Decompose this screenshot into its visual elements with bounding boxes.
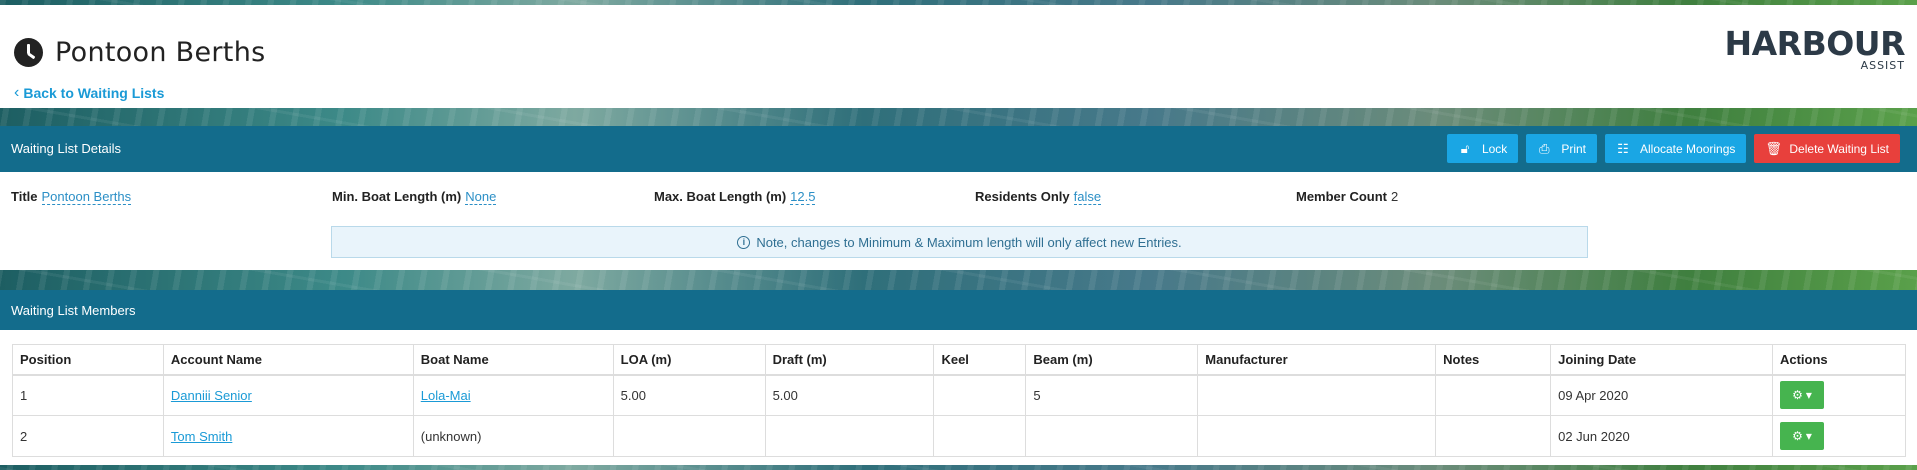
cell-boat: Lola-Mai (412, 374, 614, 416)
member-count-field: Member Count 2 (1296, 189, 1398, 204)
column-header[interactable]: Boat Name (412, 344, 614, 376)
row-actions-dropdown-button[interactable]: ⚙ ▾ (1779, 381, 1824, 410)
cell-beam (1025, 415, 1199, 457)
column-header[interactable]: Draft (m) (764, 344, 935, 376)
lock-icon: 🔓︎ (1460, 140, 1470, 156)
length-change-note: i Note, changes to Minimum & Maximum len… (331, 226, 1588, 258)
delete-waiting-list-button[interactable]: 🗑︎ Delete Waiting List (1754, 134, 1900, 163)
cell-draft: 5.00 (764, 374, 935, 416)
table-row: 1 Danniii Senior Lola-Mai 5.00 5.00 5 09… (12, 374, 1907, 416)
cell-keel (933, 374, 1027, 416)
residents-only-label: Residents Only (975, 189, 1070, 204)
allocate-button-label: Allocate Moorings (1640, 141, 1736, 156)
cell-actions: ⚙ ▾ (1771, 415, 1907, 457)
cell-position: 1 (12, 374, 164, 416)
column-header[interactable]: LOA (m) (612, 344, 766, 376)
ladder-icon: ☷ (1617, 140, 1629, 156)
members-panel-header: Waiting List Members (0, 290, 1917, 330)
residents-only-field: Residents Only false (975, 189, 1102, 205)
chevron-left-icon: ‹ (14, 84, 20, 101)
details-panel-header: Waiting List Details 🔓︎ Lock ⎙ Print ☷ A… (0, 126, 1917, 172)
title-field: Title Pontoon Berths (11, 189, 132, 205)
title-label: Title (11, 189, 38, 204)
back-link-label: Back to Waiting Lists (23, 85, 165, 101)
details-panel-body: Title Pontoon Berths Min. Boat Length (m)… (0, 172, 1917, 270)
cell-keel (933, 415, 1027, 457)
delete-button-label: Delete Waiting List (1789, 141, 1889, 156)
print-button[interactable]: ⎙ Print (1526, 134, 1597, 163)
members-table: Position Account Name Boat Name LOA (m) … (12, 344, 1907, 457)
members-panel-body: Position Account Name Boat Name LOA (m) … (0, 330, 1917, 465)
member-count-label: Member Count (1296, 189, 1387, 204)
column-header[interactable]: Manufacturer (1197, 344, 1437, 376)
page-title-text: Pontoon Berths (55, 37, 266, 68)
table-row: 2 Tom Smith (unknown) 02 Jun 2020 ⚙ ▾ (12, 415, 1907, 457)
row-actions-dropdown-button[interactable]: ⚙ ▾ (1779, 422, 1824, 450)
column-header[interactable]: Account Name (162, 344, 414, 376)
print-button-label: Print (1561, 141, 1586, 156)
cell-position: 2 (12, 415, 164, 457)
column-header[interactable]: Beam (m) (1025, 344, 1199, 376)
note-text: Note, changes to Minimum & Maximum lengt… (756, 234, 1182, 250)
account-link[interactable]: Tom Smith (171, 429, 232, 444)
caret-down-icon: ▾ (1805, 388, 1812, 403)
column-header[interactable]: Position (12, 344, 164, 376)
cell-notes (1435, 415, 1552, 457)
cell-notes (1435, 374, 1552, 416)
member-count-value: 2 (1391, 189, 1399, 204)
cell-draft (764, 415, 935, 457)
back-to-waiting-lists-link[interactable]: ‹ Back to Waiting Lists (14, 84, 164, 102)
cell-joining-date: 02 Jun 2020 (1550, 415, 1773, 457)
page-title: Pontoon Berths (14, 37, 265, 68)
max-length-field: Max. Boat Length (m) 12.5 (654, 189, 816, 205)
cell-manufacturer (1197, 374, 1437, 416)
cell-loa: 5.00 (612, 374, 766, 416)
cell-actions: ⚙ ▾ (1771, 374, 1907, 416)
lock-button[interactable]: 🔓︎ Lock (1446, 134, 1519, 163)
caret-down-icon: ▾ (1805, 429, 1812, 443)
logo-word: HARBOUR (1724, 24, 1906, 63)
allocate-moorings-button[interactable]: ☷ Allocate Moorings (1605, 134, 1747, 163)
min-length-value-editable[interactable]: None (465, 189, 497, 205)
info-icon: i (737, 235, 751, 249)
column-header[interactable]: Notes (1435, 344, 1552, 376)
harbour-assist-logo: HARBOUR ASSIST (1724, 24, 1906, 73)
lock-button-label: Lock (1481, 141, 1508, 156)
max-length-label: Max. Boat Length (m) (654, 189, 787, 204)
trash-icon: 🗑︎ (1765, 140, 1782, 156)
max-length-value-editable[interactable]: 12.5 (790, 189, 816, 205)
details-toolbar: 🔓︎ Lock ⎙ Print ☷ Allocate Moorings 🗑︎ D… (1446, 134, 1900, 163)
details-panel-title: Waiting List Details (11, 141, 122, 156)
cell-joining-date: 09 Apr 2020 (1550, 374, 1773, 416)
min-length-label: Min. Boat Length (m) (332, 189, 462, 204)
clock-icon (14, 38, 43, 67)
table-header-row: Position Account Name Boat Name LOA (m) … (12, 344, 1907, 376)
column-header[interactable]: Joining Date (1550, 344, 1773, 376)
printer-icon: ⎙ (1539, 140, 1550, 156)
column-header: Actions (1771, 344, 1907, 376)
members-panel-title: Waiting List Members (11, 303, 136, 318)
cell-account: Tom Smith (162, 415, 414, 457)
min-length-field: Min. Boat Length (m) None (332, 189, 497, 205)
residents-only-value-editable[interactable]: false (1073, 189, 1102, 205)
gear-icon: ⚙ (1792, 429, 1803, 443)
account-link[interactable]: Danniii Senior (171, 388, 252, 403)
page-header: Pontoon Berths ‹ Back to Waiting Lists H… (0, 5, 1917, 108)
column-header[interactable]: Keel (933, 344, 1027, 376)
cell-manufacturer (1197, 415, 1437, 457)
cell-beam: 5 (1025, 374, 1199, 416)
cell-boat: (unknown) (412, 415, 614, 457)
cell-account: Danniii Senior (162, 374, 414, 416)
title-value-editable[interactable]: Pontoon Berths (41, 189, 132, 205)
gear-icon: ⚙ (1792, 388, 1803, 403)
cell-loa (612, 415, 766, 457)
boat-link[interactable]: Lola-Mai (421, 388, 471, 403)
